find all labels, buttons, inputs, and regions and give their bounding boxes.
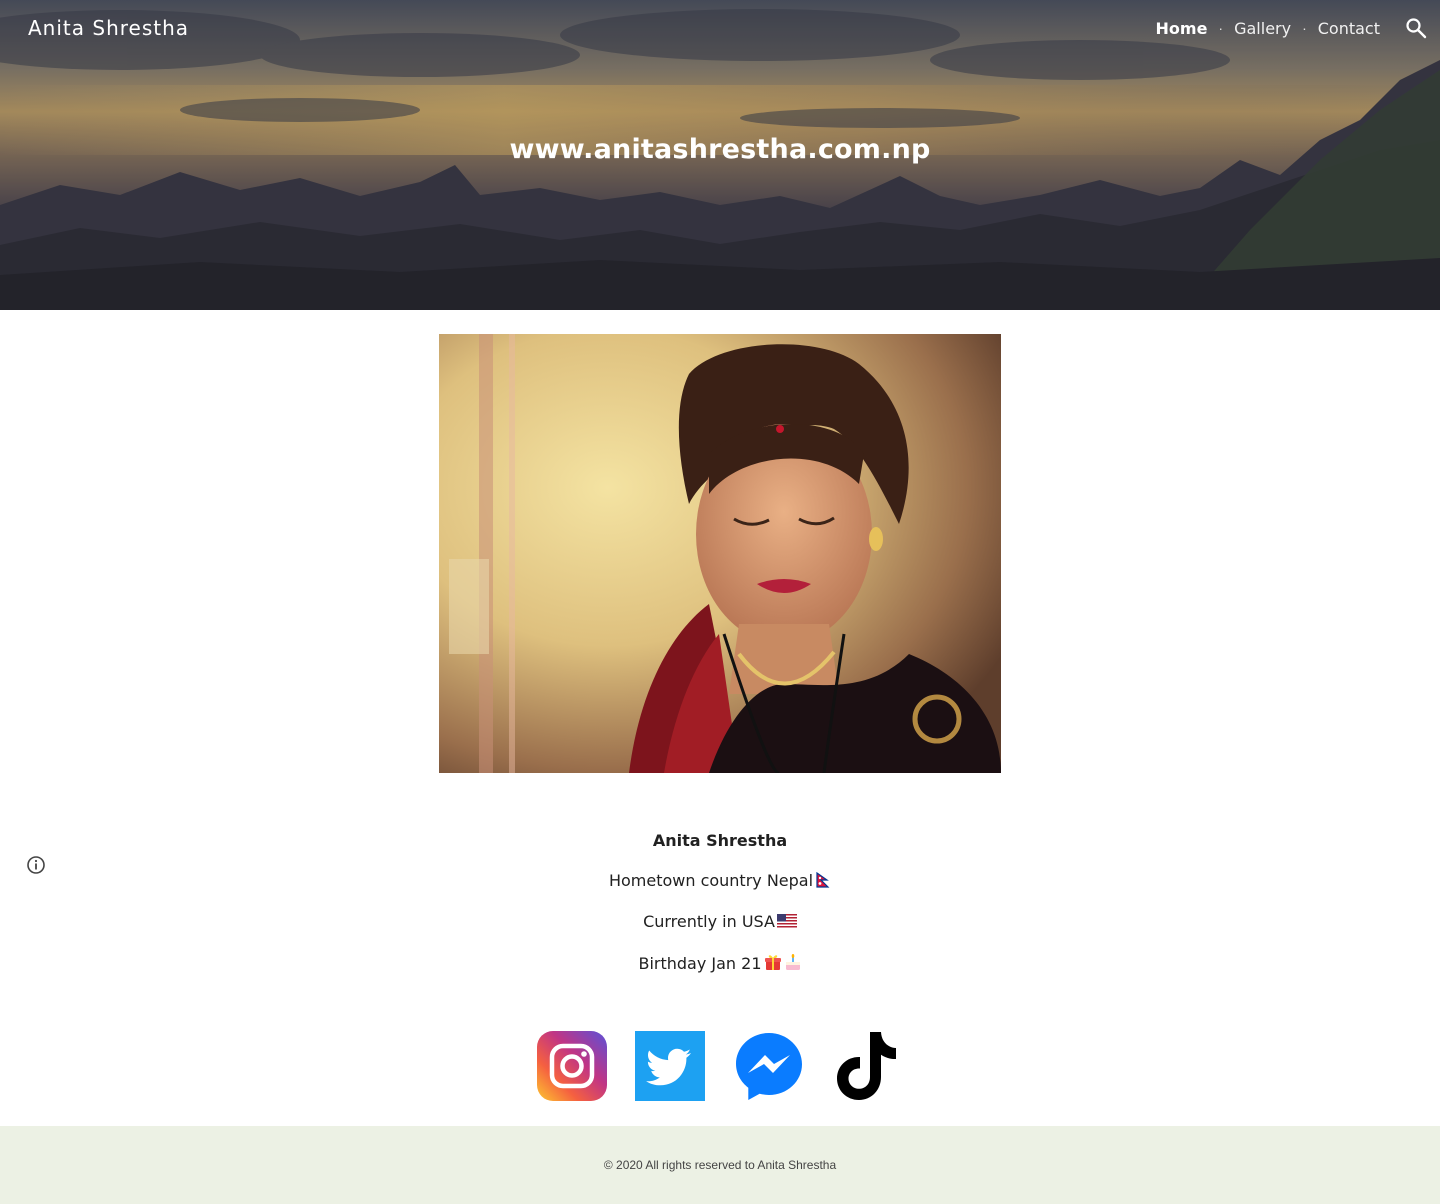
hometown-text: Hometown country Nepal <box>608 871 814 890</box>
tiktok-icon[interactable] <box>834 1031 900 1101</box>
messenger-icon[interactable] <box>734 1031 804 1101</box>
us-flag-emoji <box>776 914 797 933</box>
nav-item-contact[interactable]: Contact <box>1318 19 1380 38</box>
top-navigation: Home · Gallery · Contact <box>1156 16 1380 40</box>
hero-banner: Anita Shrestha Home · Gallery · Contact … <box>0 0 1440 310</box>
gift-emoji <box>764 953 782 975</box>
footer: © 2020 All rights reserved to Anita Shre… <box>0 1126 1440 1204</box>
info-line-hometown: Hometown country Nepal <box>0 871 1440 892</box>
location-text: Currently in USA <box>643 912 775 931</box>
birthday-text: Birthday Jan 21 <box>638 954 762 973</box>
site-title[interactable]: Anita Shrestha <box>28 16 189 40</box>
profile-name: Anita Shrestha <box>652 831 788 850</box>
hero-heading: www.anitashrestha.com.np <box>509 134 931 165</box>
instagram-icon[interactable] <box>537 1031 607 1101</box>
portrait-image <box>439 334 1001 773</box>
info-icon[interactable] <box>26 855 46 875</box>
nav-separator: · <box>1302 20 1307 36</box>
nepal-flag-emoji <box>815 871 831 892</box>
nav-item-gallery[interactable]: Gallery <box>1234 19 1291 38</box>
info-line-location: Currently in USA <box>0 912 1440 933</box>
nav-item-home[interactable]: Home <box>1156 19 1208 38</box>
search-icon[interactable] <box>1404 16 1428 40</box>
twitter-icon[interactable] <box>635 1031 705 1101</box>
info-line-birthday: Birthday Jan 21 <box>0 953 1440 975</box>
birthday-cake-emoji <box>784 953 802 975</box>
footer-copyright: © 2020 All rights reserved to Anita Shre… <box>603 1158 837 1172</box>
nav-separator: · <box>1218 20 1224 36</box>
